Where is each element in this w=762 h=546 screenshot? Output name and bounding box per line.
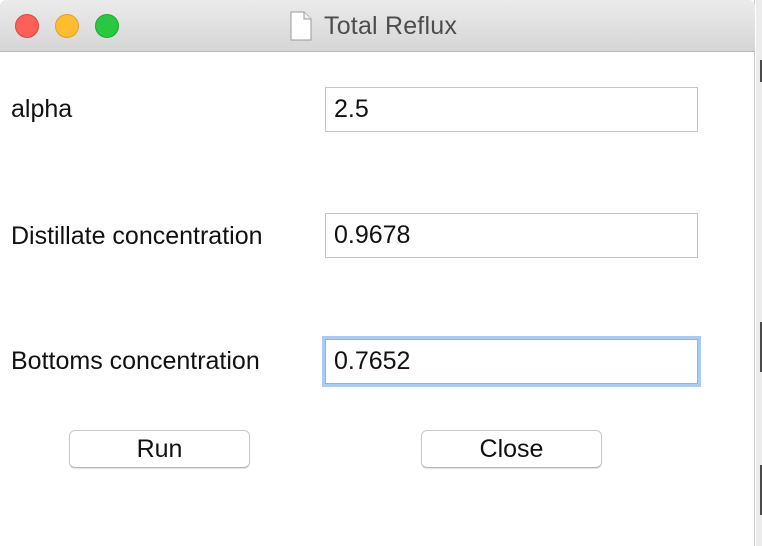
close-button[interactable]: Close xyxy=(421,430,602,468)
bottoms-concentration-input[interactable] xyxy=(325,339,698,384)
distillate-concentration-label: Distillate concentration xyxy=(11,222,263,250)
background-window-edge xyxy=(756,0,762,546)
zoom-window-button[interactable] xyxy=(95,14,119,38)
minimize-window-button[interactable] xyxy=(55,14,79,38)
title-bar[interactable]: Total Reflux xyxy=(0,0,755,52)
window-title: Total Reflux xyxy=(324,11,458,40)
alpha-input[interactable] xyxy=(325,87,698,132)
window-title-group: Total Reflux xyxy=(290,10,457,42)
run-button[interactable]: Run xyxy=(69,430,250,468)
close-window-button[interactable] xyxy=(15,14,39,38)
document-icon xyxy=(290,11,312,41)
bottoms-concentration-label: Bottoms concentration xyxy=(11,347,260,375)
distillate-concentration-input[interactable] xyxy=(325,213,698,258)
app-window: Total Reflux alpha Distillate concentrat… xyxy=(0,0,755,546)
alpha-label: alpha xyxy=(11,95,73,123)
